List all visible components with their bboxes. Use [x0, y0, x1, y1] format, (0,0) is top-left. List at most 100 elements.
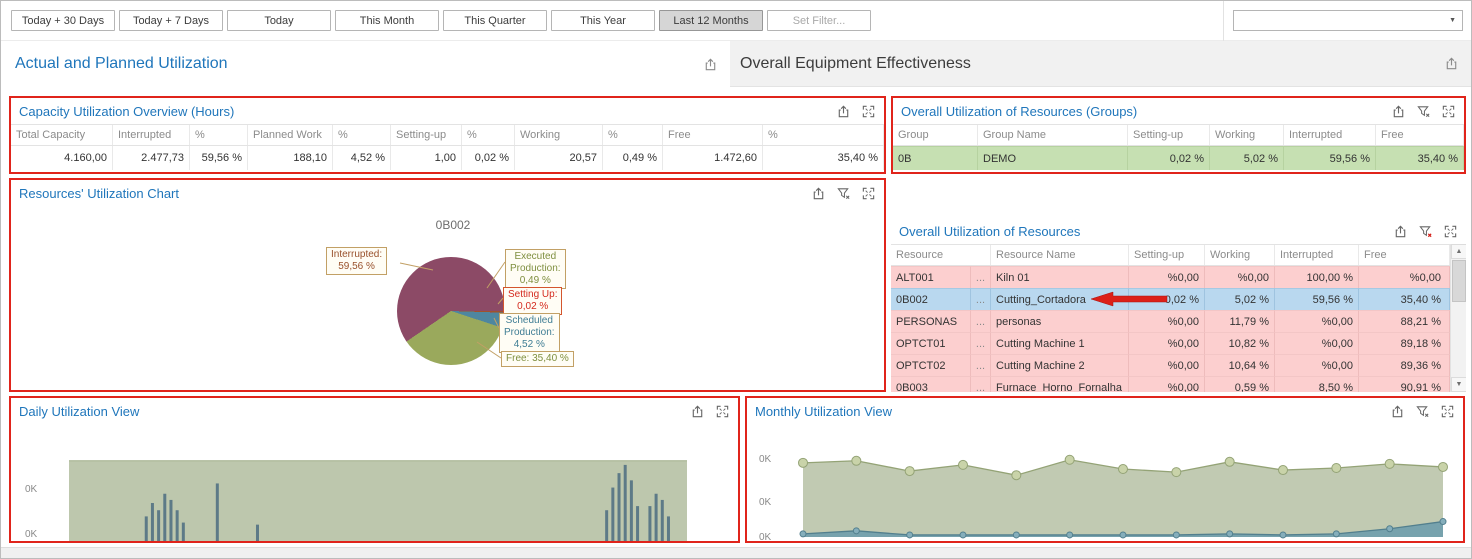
export-icon[interactable] [1391, 104, 1406, 119]
cell-planned-work: 188,10 [248, 146, 333, 170]
cell-resource: ALT001 [891, 266, 971, 288]
button-today-plus-7-days[interactable]: Today + 7 Days [119, 10, 223, 31]
export-icon[interactable] [690, 404, 705, 419]
filter-dropdown[interactable]: ▼ [1233, 10, 1463, 31]
resource-row-alt001[interactable]: ALT001 ... Kiln 01 %0,00 %0,00 100,00 % … [891, 266, 1450, 288]
column-header: Total Capacity [11, 125, 113, 145]
cell-resource: OPTCT01 [891, 332, 971, 354]
cell-free: 90,91 % [1359, 376, 1450, 392]
column-header: Working [1210, 125, 1284, 145]
resource-row-optct01[interactable]: OPTCT01 ... Cutting Machine 1 %0,00 10,8… [891, 332, 1450, 354]
panel-daily-utilization-view: Daily Utilization View 0K 0K [9, 396, 740, 543]
scroll-down-button[interactable]: ▼ [1451, 377, 1466, 392]
chevron-down-icon: ▼ [1449, 17, 1462, 24]
cell-interrupted: %0,00 [1275, 354, 1359, 376]
daily-chart-svg [11, 424, 738, 541]
tab-actual-and-planned-utilization[interactable]: Actual and Planned Utilization [1, 41, 730, 87]
capacity-table-header: Total Capacity Interrupted % Planned Wor… [11, 124, 884, 146]
cell-setting-up: %0,00 [1129, 354, 1205, 376]
button-today-plus-30-days[interactable]: Today + 30 Days [11, 10, 115, 31]
cell-resource-name: Furnace_Horno_Fornalha [991, 376, 1129, 392]
tab-overall-equipment-effectiveness[interactable]: Overall Equipment Effectiveness [730, 41, 1471, 87]
scrollbar-thumb[interactable] [1452, 260, 1466, 302]
cell-resource: 0B003 [891, 376, 971, 392]
cell-free: 89,36 % [1359, 354, 1450, 376]
cell-free: %0,00 [1359, 266, 1450, 288]
panel-title: Overall Utilization of Resources (Groups… [901, 104, 1137, 119]
groups-table-row[interactable]: 0B DEMO 0,02 % 5,02 % 59,56 % 35,40 % [893, 146, 1464, 170]
cell-group: 0B [893, 146, 978, 170]
resource-row-personas[interactable]: PERSONAS ... personas %0,00 11,79 % %0,0… [891, 310, 1450, 332]
export-icon[interactable] [1390, 404, 1405, 419]
export-icon[interactable] [1444, 56, 1459, 71]
filter-clear-icon[interactable] [1418, 224, 1433, 239]
cell-interrupted: 2.477,73 [113, 146, 190, 170]
button-this-year[interactable]: This Year [551, 10, 655, 31]
cell-working: 5,02 % [1210, 146, 1284, 170]
cell-setting-up: 0,02 % [1129, 288, 1205, 310]
scroll-up-button[interactable]: ▲ [1451, 244, 1466, 259]
export-icon[interactable] [703, 57, 718, 72]
cell-free: 35,40 % [1376, 146, 1464, 170]
resource-row-0b002-selected[interactable]: 0B002 ... Cutting_Cortadora 0,02 % 5,02 … [891, 288, 1450, 310]
cell-setting-up: %0,00 [1129, 376, 1205, 392]
ellipsis-button[interactable]: ... [971, 332, 991, 354]
fullscreen-icon[interactable] [861, 104, 876, 119]
cell-working: 11,79 % [1205, 310, 1275, 332]
column-header: Group Name [978, 125, 1128, 145]
utilization-pie[interactable] [397, 257, 505, 365]
cell-setting-up: %0,00 [1129, 310, 1205, 332]
ellipsis-button[interactable]: ... [971, 376, 991, 392]
ellipsis-button[interactable]: ... [971, 288, 991, 310]
button-last-12-months[interactable]: Last 12 Months [659, 10, 763, 31]
ellipsis-button[interactable]: ... [971, 266, 991, 288]
ellipsis-button[interactable]: ... [971, 310, 991, 332]
column-header: Interrupted [1275, 245, 1359, 265]
capacity-table-row[interactable]: 4.160,00 2.477,73 59,56 % 188,10 4,52 % … [11, 146, 884, 170]
cell-interrupted: %0,00 [1275, 310, 1359, 332]
inactive-tab-label: Overall Equipment Effectiveness [740, 55, 971, 73]
resources-table-header: Resource Resource Name Setting-up Workin… [891, 244, 1450, 266]
column-header: Setting-up [391, 125, 462, 145]
cell-interrupted: %0,00 [1275, 332, 1359, 354]
panel-title: Overall Utilization of Resources [899, 224, 1080, 239]
export-icon[interactable] [836, 104, 851, 119]
column-header: % [190, 125, 248, 145]
filter-icon[interactable] [1416, 104, 1431, 119]
cell-planned-work-pct: 4,52 % [333, 146, 391, 170]
resource-row-optct02[interactable]: OPTCT02 ... Cutting Machine 2 %0,00 10,6… [891, 354, 1450, 376]
column-header: Free [1359, 245, 1450, 265]
cell-resource-name: Kiln 01 [991, 266, 1129, 288]
filter-icon[interactable] [836, 186, 851, 201]
resources-table: Resource Resource Name Setting-up Workin… [891, 244, 1450, 392]
export-icon[interactable] [811, 186, 826, 201]
filter-icon[interactable] [1415, 404, 1430, 419]
column-header: Resource [891, 245, 991, 265]
column-header: Free [663, 125, 763, 145]
vertical-scrollbar[interactable]: ▲ ▼ [1450, 244, 1466, 392]
panel-title: Monthly Utilization View [755, 404, 892, 419]
button-this-month[interactable]: This Month [335, 10, 439, 31]
fullscreen-icon[interactable] [861, 186, 876, 201]
fullscreen-icon[interactable] [715, 404, 730, 419]
cell-resource: OPTCT02 [891, 354, 971, 376]
button-today[interactable]: Today [227, 10, 331, 31]
panel-monthly-utilization-view: Monthly Utilization View 0K 0K 0K [745, 396, 1465, 543]
panel-resources-utilization-chart: Resources' Utilization Chart 0B002 Inter… [9, 178, 886, 392]
resource-row-0b003[interactable]: 0B003 ... Furnace_Horno_Fornalha %0,00 0… [891, 376, 1450, 392]
column-header: % [333, 125, 391, 145]
bottom-strip [1, 547, 1471, 559]
cell-resource-name: personas [991, 310, 1129, 332]
panel-overall-utilization-resources: Overall Utilization of Resources Resourc… [891, 178, 1466, 392]
cell-group-name: DEMO [978, 146, 1128, 170]
fullscreen-icon[interactable] [1440, 404, 1455, 419]
fullscreen-icon[interactable] [1443, 224, 1458, 239]
fullscreen-icon[interactable] [1441, 104, 1456, 119]
button-set-filter[interactable]: Set Filter... [767, 10, 871, 31]
ellipsis-button[interactable]: ... [971, 354, 991, 376]
active-tab-label: Actual and Planned Utilization [15, 55, 228, 73]
export-icon[interactable] [1393, 224, 1408, 239]
button-this-quarter[interactable]: This Quarter [443, 10, 547, 31]
column-header: % [603, 125, 663, 145]
date-range-toolbar: Today + 30 Days Today + 7 Days Today Thi… [1, 1, 1471, 41]
